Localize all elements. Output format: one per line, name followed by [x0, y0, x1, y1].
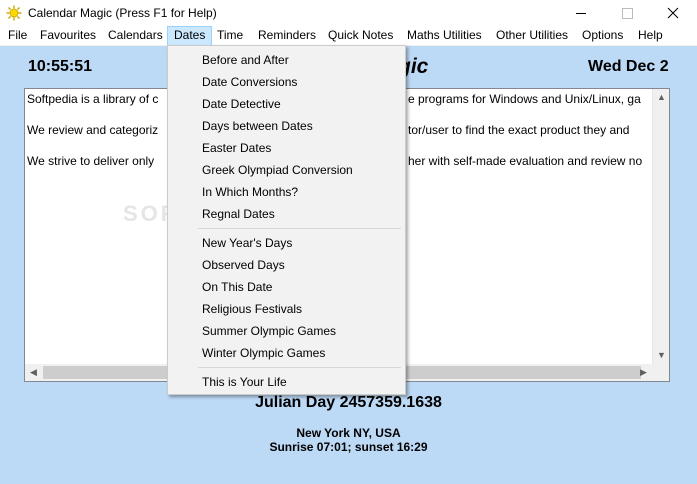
- scroll-corner: [652, 364, 669, 381]
- menu-item-easter-dates[interactable]: Easter Dates: [168, 137, 405, 159]
- menu-help[interactable]: Help: [631, 26, 670, 46]
- close-button[interactable]: [650, 0, 696, 26]
- sun-times: Sunrise 07:01; sunset 16:29: [269, 440, 428, 454]
- menu-maths-utilities[interactable]: Maths Utilities: [400, 26, 489, 46]
- menu-item-days-between-dates[interactable]: Days between Dates: [168, 115, 405, 137]
- text-line: We review and categoriz: [27, 123, 159, 137]
- scroll-down-icon[interactable]: ▼: [653, 347, 669, 364]
- scroll-left-icon[interactable]: ◀: [25, 364, 42, 381]
- menu-item-religious-festivals[interactable]: Religious Festivals: [168, 298, 405, 320]
- text-line: tor/user to find the exact product they …: [408, 123, 630, 137]
- menu-dates[interactable]: Dates: [167, 26, 213, 46]
- sun-icon: [6, 5, 22, 21]
- minimize-button[interactable]: [558, 0, 604, 26]
- scroll-right-icon[interactable]: ▶: [635, 364, 652, 381]
- menu-item-winter-olympic-games[interactable]: Winter Olympic Games: [168, 342, 405, 364]
- text-line: her with self-made evaluation and review…: [408, 154, 643, 168]
- menu-item-greek-olympiad-conversion[interactable]: Greek Olympiad Conversion: [168, 159, 405, 181]
- vertical-scrollbar[interactable]: ▲ ▼: [652, 89, 669, 364]
- title-bar: Calendar Magic (Press F1 for Help): [0, 0, 697, 26]
- menu-item-this-is-your-life[interactable]: This is Your Life: [168, 371, 405, 393]
- menu-item-date-detective[interactable]: Date Detective: [168, 93, 405, 115]
- menu-time[interactable]: Time: [210, 26, 250, 46]
- maximize-button[interactable]: [604, 0, 650, 26]
- menu-item-before-and-after[interactable]: Before and After: [168, 49, 405, 71]
- menu-reminders[interactable]: Reminders: [251, 26, 323, 46]
- minimize-icon: [576, 13, 586, 14]
- maximize-icon: [622, 8, 633, 19]
- close-icon: [667, 7, 679, 19]
- date-display: Wed Dec 2: [588, 58, 669, 75]
- dates-menu: Before and After Date Conversions Date D…: [167, 45, 406, 395]
- menu-item-on-this-date[interactable]: On This Date: [168, 276, 405, 298]
- menu-item-new-years-days[interactable]: New Year's Days: [168, 232, 405, 254]
- menu-item-summer-olympic-games[interactable]: Summer Olympic Games: [168, 320, 405, 342]
- menu-bar: File Favourites Calendars Dates Time Rem…: [0, 26, 697, 46]
- text-line: Softpedia is a library of c: [27, 92, 159, 106]
- window-title: Calendar Magic (Press F1 for Help): [28, 6, 217, 20]
- location-label: New York NY, USA: [296, 426, 401, 440]
- scroll-up-icon[interactable]: ▲: [653, 89, 669, 106]
- text-line: We strive to deliver only: [27, 154, 155, 168]
- menu-separator: [198, 367, 401, 368]
- menu-options[interactable]: Options: [575, 26, 630, 46]
- menu-item-date-conversions[interactable]: Date Conversions: [168, 71, 405, 93]
- menu-calendars[interactable]: Calendars: [101, 26, 170, 46]
- menu-item-regnal-dates[interactable]: Regnal Dates: [168, 203, 405, 225]
- menu-favourites[interactable]: Favourites: [33, 26, 103, 46]
- julian-day: Julian Day 2457359.1638: [255, 394, 442, 411]
- menu-other-utilities[interactable]: Other Utilities: [489, 26, 575, 46]
- menu-file[interactable]: File: [1, 26, 34, 46]
- text-line: e programs for Windows and Unix/Linux, g…: [408, 92, 641, 106]
- menu-separator: [198, 228, 401, 229]
- clock-display: 10:55:51: [28, 58, 93, 75]
- menu-item-observed-days[interactable]: Observed Days: [168, 254, 405, 276]
- menu-quick-notes[interactable]: Quick Notes: [321, 26, 400, 46]
- menu-item-in-which-months[interactable]: In Which Months?: [168, 181, 405, 203]
